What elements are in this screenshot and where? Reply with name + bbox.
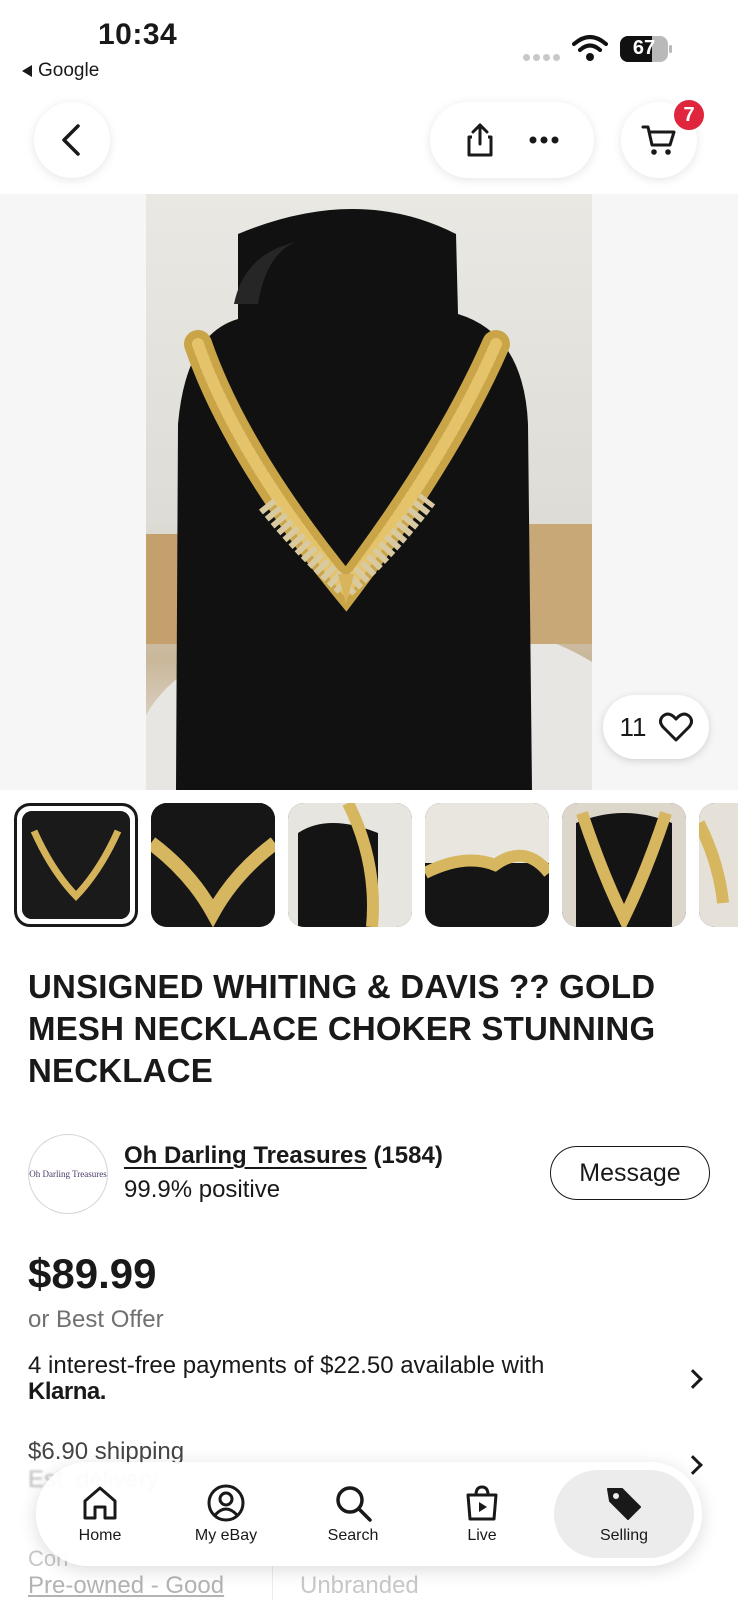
- seller-name-row: Oh Darling Treasures (1584): [124, 1142, 443, 1170]
- back-button[interactable]: [34, 102, 110, 178]
- status-time: 10:34: [98, 18, 178, 51]
- thumbnail-6[interactable]: [699, 803, 738, 927]
- actions-pill: [430, 102, 594, 178]
- thumbnail-2[interactable]: [151, 803, 275, 927]
- thumbnail-strip: [14, 803, 738, 927]
- tab-label: My eBay: [194, 1527, 258, 1544]
- tab-label: Home: [78, 1527, 122, 1544]
- share-icon: [467, 123, 492, 157]
- thumbnail-3[interactable]: [288, 803, 412, 927]
- tab-live[interactable]: Live: [432, 1462, 532, 1566]
- heart-icon: [658, 712, 693, 742]
- share-button[interactable]: [465, 122, 495, 158]
- tab-selling[interactable]: Selling: [554, 1470, 694, 1558]
- message-seller-button[interactable]: Message: [550, 1146, 710, 1200]
- back-to-app-link[interactable]: Google: [22, 60, 99, 82]
- thumbnail-5[interactable]: [562, 803, 686, 927]
- listing-title: UNSIGNED WHITING & DAVIS ?? GOLD MESH NE…: [28, 968, 656, 1089]
- tab-label: Live: [467, 1527, 497, 1544]
- klarna-text: 4 interest-free payments of $22.50 avail…: [28, 1352, 545, 1379]
- tab-my-ebay[interactable]: My eBay: [176, 1462, 276, 1566]
- back-app-label: Google: [38, 60, 100, 81]
- seller-positive-feedback: 99.9% positive: [124, 1176, 281, 1203]
- best-offer-label: or Best Offer: [28, 1306, 164, 1333]
- status-bar: 10:34 Google 67: [0, 0, 738, 88]
- brand-value: Unbranded: [300, 1572, 419, 1599]
- tab-label: Search: [327, 1527, 379, 1544]
- thumbnail-4[interactable]: [425, 803, 549, 927]
- watch-count: 11: [619, 711, 647, 742]
- watch-button[interactable]: 11: [603, 695, 709, 759]
- more-options-button[interactable]: [528, 135, 560, 145]
- search-icon: [336, 1486, 372, 1522]
- seller-logo-text: Oh Darling Treasures: [29, 1169, 107, 1179]
- tab-home[interactable]: Home: [50, 1462, 150, 1566]
- cart-icon: [641, 125, 676, 155]
- condition-value[interactable]: Pre-owned - Good: [28, 1572, 224, 1600]
- chevron-right-icon: [683, 1369, 703, 1389]
- cell-signal-icon: [523, 54, 560, 61]
- more-horizontal-icon: [529, 136, 558, 144]
- tag-icon: [607, 1488, 641, 1520]
- seller-feedback-count: (1584): [373, 1142, 443, 1169]
- tab-search[interactable]: Search: [303, 1462, 403, 1566]
- home-icon: [83, 1486, 117, 1520]
- klarna-logo: Klarna.: [28, 1378, 106, 1405]
- seller-avatar[interactable]: Oh Darling Treasures: [28, 1134, 108, 1214]
- bottom-tab-bar: Home My eBay Search Live Selling: [36, 1462, 702, 1566]
- thumbnail-1[interactable]: [14, 803, 138, 927]
- chevron-left-icon: [62, 124, 80, 156]
- seller-name-link[interactable]: Oh Darling Treasures: [124, 1142, 367, 1169]
- live-bag-icon: [466, 1485, 498, 1521]
- user-icon: [207, 1484, 245, 1522]
- battery-icon: 67: [620, 36, 672, 62]
- tab-label: Selling: [599, 1527, 649, 1544]
- wifi-icon: [572, 35, 608, 61]
- cart-count-badge: 7: [672, 98, 706, 132]
- chevron-right-icon: [683, 1455, 703, 1475]
- necklace-photo-illustration: [146, 209, 592, 790]
- product-main-image[interactable]: [146, 194, 592, 790]
- back-triangle-icon: [22, 65, 32, 77]
- price: $89.99: [28, 1250, 157, 1297]
- battery-percent: 67: [632, 37, 656, 59]
